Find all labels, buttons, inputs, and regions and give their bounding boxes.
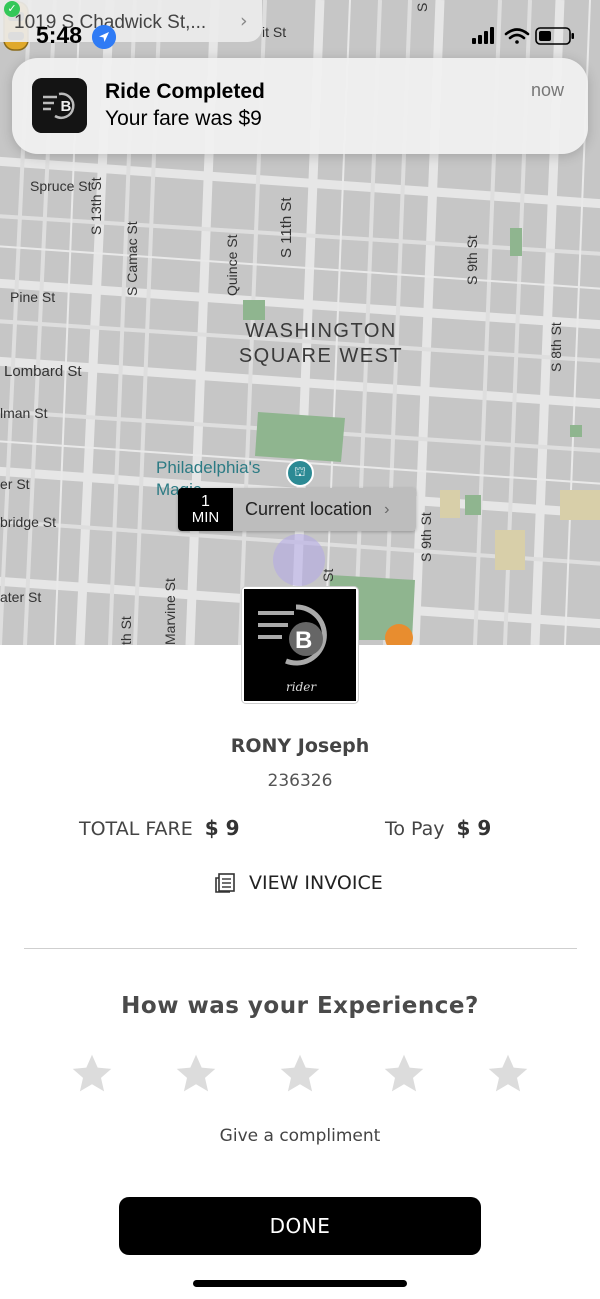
chevron-right-icon: › (240, 10, 248, 32)
street-label: Marvine St (162, 578, 178, 645)
system-status-icons (472, 27, 574, 45)
notification-title: Ride Completed (105, 80, 265, 103)
view-invoice-label: VIEW INVOICE (249, 872, 383, 894)
street-label: Spruce St (30, 178, 92, 194)
street-label: ater St (0, 589, 42, 605)
poi-line: Philadelphia's (156, 458, 261, 477)
brand-logo: B rider (242, 587, 358, 703)
signal-icon (472, 27, 494, 44)
street-label: bridge St (0, 514, 57, 530)
brand-tagline: rider (286, 680, 317, 694)
status-bar: ✓ 1019 S Chadwick St,... › 5:48 (0, 0, 600, 50)
neighborhood-line: WASHINGTON (245, 320, 397, 342)
done-button[interactable]: DONE (119, 1197, 481, 1255)
driver-name: RONY Joseph (230, 735, 370, 757)
street-label: S 11th St (278, 197, 295, 258)
notification-time: now (530, 80, 564, 100)
battery-icon (535, 27, 574, 45)
total-fare: TOTAL FARE $ 9 (79, 816, 240, 840)
neighborhood-label: WASHINGTON SQUARE WEST (228, 319, 414, 369)
current-location-label-box[interactable]: Current location › (233, 488, 416, 531)
street-label: S 9th St (464, 235, 480, 285)
give-compliment-link[interactable]: Give a compliment (0, 1126, 600, 1146)
svg-text:B: B (61, 98, 72, 115)
to-pay-value: $ 9 (456, 816, 492, 840)
street-label: Lombard St (4, 363, 82, 380)
to-pay: To Pay $ 9 (385, 816, 491, 840)
street-label: St (320, 568, 336, 582)
neighborhood-line: SQUARE WEST (238, 345, 404, 367)
street-label: lman St (0, 405, 48, 421)
to-pay-label: To Pay (385, 818, 445, 840)
status-time: 5:48 (36, 22, 83, 48)
wifi-icon (504, 28, 530, 44)
star-icon[interactable] (278, 1052, 322, 1096)
star-icon[interactable] (70, 1052, 114, 1096)
street-label: S Camac St (124, 221, 140, 296)
invoice-icon (215, 873, 235, 893)
street-label: S 8th St (548, 322, 564, 372)
eta-number: 1 (201, 492, 210, 510)
eta-unit: MIN (191, 508, 220, 526)
current-location-label: Current location (245, 499, 373, 519)
divider (24, 948, 577, 949)
home-indicator (193, 1280, 407, 1287)
street-label: Pine St (10, 289, 56, 305)
app-logo-icon: B (32, 78, 87, 133)
total-fare-value: $ 9 (204, 816, 240, 840)
street-label: er St (0, 476, 30, 492)
street-label: th St (118, 616, 134, 645)
notification-body: Your fare was $9 (105, 107, 262, 130)
driver-id: 236326 (267, 771, 333, 791)
star-icon[interactable] (174, 1052, 218, 1096)
rating-question: How was your Experience? (121, 993, 479, 1019)
chevron-right-icon: › (384, 500, 390, 518)
location-arrow-icon (92, 25, 116, 49)
ride-completed-notification[interactable]: B Ride Completed Your fare was $9 now (12, 58, 588, 154)
brand-logo-icon: B rider (244, 589, 356, 701)
street-label: Quince St (224, 234, 240, 296)
street-label: S 9th St (418, 512, 434, 562)
done-button-label: DONE (269, 1214, 331, 1238)
star-icon[interactable] (486, 1052, 530, 1096)
street-label: S 13th St (88, 177, 104, 235)
eta-badge: 1 MIN (178, 488, 233, 531)
museum-icon[interactable]: ⛫ (286, 459, 314, 487)
view-invoice-button[interactable]: VIEW INVOICE (215, 872, 383, 894)
svg-text:B: B (295, 627, 312, 654)
star-icon[interactable] (382, 1052, 426, 1096)
current-location-pill[interactable]: 1 MIN Current location › (178, 488, 416, 531)
total-fare-label: TOTAL FARE (79, 818, 193, 840)
